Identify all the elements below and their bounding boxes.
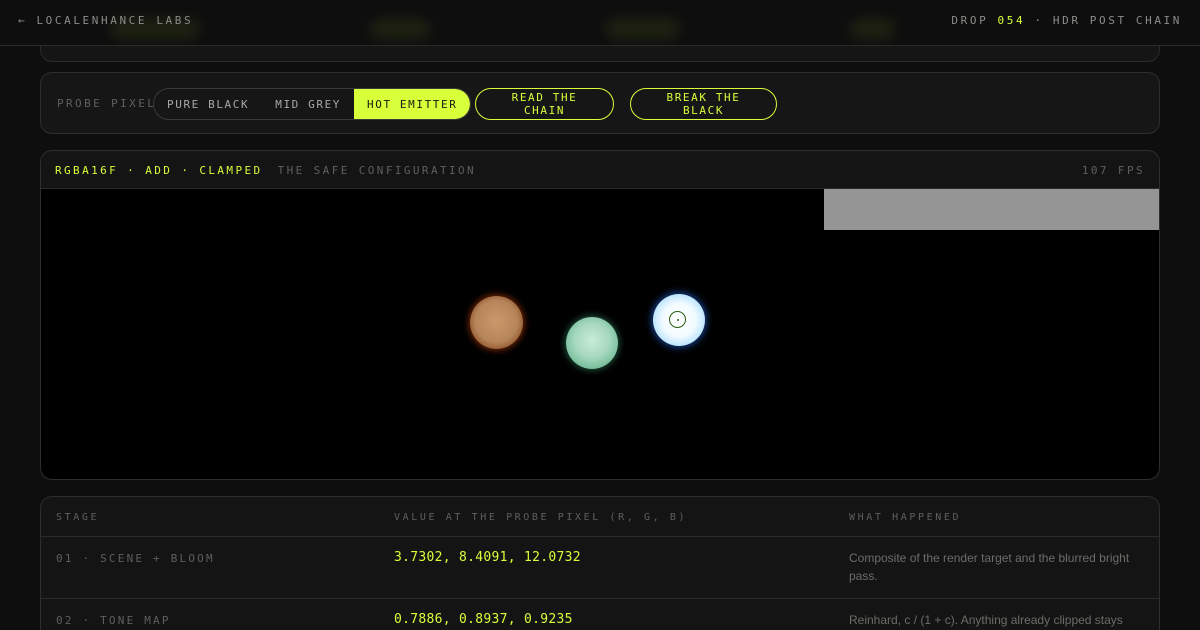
header-value: VALUE AT THE PROBE PIXEL (R, G, B) — [394, 512, 688, 523]
row-what: Composite of the render target and the b… — [849, 551, 1130, 583]
back-link[interactable]: ← LOCALENHANCE LABS — [18, 14, 193, 27]
viewport-header: RGBA16F · ADD · CLAMPED THE SAFE CONFIGU… — [41, 151, 1159, 189]
green-emitter-orb — [566, 317, 618, 369]
header-what: WHAT HAPPENED — [849, 512, 962, 523]
render-canvas[interactable] — [41, 189, 1159, 479]
row-value: 0.7886, 0.8937, 0.9235 — [394, 612, 573, 627]
header-stage: STAGE — [56, 512, 100, 523]
table-row: 02 · TONE MAP 0.7886, 0.8937, 0.9235 Rei… — [41, 599, 1159, 630]
ghost-glow — [850, 18, 895, 40]
chain-table: STAGE VALUE AT THE PROBE PIXEL (R, G, B)… — [40, 496, 1160, 630]
drop-number: 054 — [997, 14, 1026, 27]
table-header: STAGE VALUE AT THE PROBE PIXEL (R, G, B)… — [41, 497, 1159, 537]
read-the-chain-button[interactable]: READ THE CHAIN — [475, 88, 614, 120]
drop-suffix: · HDR POST CHAIN — [1034, 14, 1182, 27]
row-value: 3.7302, 8.4091, 12.0732 — [394, 550, 581, 565]
probe-crosshair-icon[interactable] — [669, 311, 686, 328]
break-the-black-button[interactable]: BREAK THE BLACK — [630, 88, 777, 120]
viewport-panel: RGBA16F · ADD · CLAMPED THE SAFE CONFIGU… — [40, 150, 1160, 480]
probe-pixel-label: PROBE PIXEL — [57, 97, 157, 110]
probe-panel: PROBE PIXEL PURE BLACK MID GREY HOT EMIT… — [40, 72, 1160, 134]
option-hot-emitter[interactable]: HOT EMITTER — [354, 89, 471, 119]
clipped-overlay-rect — [824, 189, 1159, 230]
drop-title: DROP 054 · HDR POST CHAIN — [951, 14, 1182, 27]
ghost-glow — [370, 18, 430, 40]
config-text: RGBA16F · ADD · CLAMPED — [55, 164, 263, 177]
row-stage: 01 · SCENE + BLOOM — [56, 552, 215, 565]
top-bar: ← LOCALENHANCE LABS DROP 054 · HDR POST … — [0, 0, 1200, 46]
config-subtitle: THE SAFE CONFIGURATION — [277, 164, 477, 177]
fps-counter: 107 FPS — [1081, 164, 1145, 177]
config-label: RGBA16F · ADD · CLAMPED THE SAFE CONFIGU… — [55, 164, 476, 177]
warm-emitter-orb — [470, 296, 523, 349]
option-mid-grey[interactable]: MID GREY — [262, 89, 354, 119]
drop-prefix: DROP — [951, 14, 989, 27]
probe-selector: PURE BLACK MID GREY HOT EMITTER — [153, 88, 472, 120]
ghost-glow — [605, 18, 680, 40]
row-what: Reinhard, c / (1 + c). Anything already … — [849, 613, 1123, 627]
row-stage: 02 · TONE MAP — [56, 614, 171, 627]
option-pure-black[interactable]: PURE BLACK — [154, 89, 262, 119]
table-row: 01 · SCENE + BLOOM 3.7302, 8.4091, 12.07… — [41, 537, 1159, 599]
